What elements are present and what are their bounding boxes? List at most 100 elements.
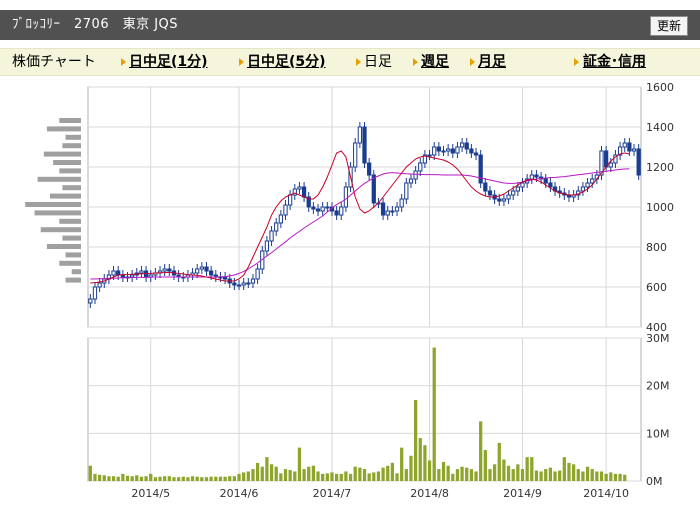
volume-bar (307, 466, 311, 481)
candle-body (497, 198, 502, 202)
volume-bar (163, 476, 167, 481)
candle-body (436, 146, 441, 152)
price-tick-label: 600 (646, 281, 667, 294)
volume-bar (172, 477, 176, 481)
candle-body (427, 154, 432, 157)
volume-bar (618, 473, 622, 481)
candle-body (459, 142, 465, 148)
volume-bar (413, 399, 418, 481)
volume-bar (585, 466, 590, 481)
volume-bar (381, 467, 385, 481)
volume-profile-bar (43, 151, 81, 157)
volume-profile-bar (59, 218, 81, 224)
volume-profile-bar (62, 185, 81, 191)
volume-bar (479, 421, 483, 481)
volume-bar (446, 465, 450, 481)
volume-bar (125, 475, 130, 481)
candle-body (418, 162, 423, 172)
volume-bar (102, 475, 106, 481)
volume-bar (530, 457, 534, 481)
candle-body (441, 150, 446, 153)
candle-body (241, 282, 246, 286)
candle-body (487, 190, 493, 196)
volume-profile-bar (46, 244, 81, 249)
volume-bar (288, 470, 292, 481)
candle-body (478, 154, 483, 184)
candle-body (320, 206, 325, 212)
volume-bar (395, 473, 399, 481)
volume-bar (562, 457, 566, 481)
candle-body (255, 268, 260, 280)
candle-body (520, 182, 525, 188)
candle-body (483, 182, 488, 192)
candle-body (311, 206, 316, 210)
candle-body (501, 198, 507, 202)
volume-bar (251, 469, 255, 481)
volume-bar (492, 464, 497, 481)
volume-bar (325, 473, 329, 481)
volume-tick-label: 0M (646, 475, 663, 488)
volume-profile-bar (62, 235, 81, 241)
candle-body (199, 266, 204, 270)
volume-bar (232, 476, 237, 481)
candle-body (455, 146, 460, 154)
volume-bar (344, 471, 348, 481)
x-tick-label: 2014/7 (313, 487, 352, 500)
candle-body (580, 186, 586, 192)
candle-body (283, 204, 288, 216)
volume-bar (237, 473, 241, 481)
price-tick-label: 1400 (646, 121, 674, 134)
volume-profile-bar (40, 227, 81, 233)
candle-body (631, 148, 637, 152)
candle-body (339, 206, 344, 216)
volume-bar (613, 473, 618, 481)
candle-body (334, 210, 339, 216)
candle-body (399, 198, 404, 208)
candle-body (590, 178, 595, 184)
price-tick-label: 800 (646, 241, 667, 254)
volume-bar (567, 462, 571, 481)
volume-bar (144, 476, 148, 481)
volume-bar (316, 471, 320, 481)
price-tick-label: 1200 (646, 161, 674, 174)
candle-body (627, 142, 632, 152)
volume-profile-bar (59, 260, 81, 266)
volume-bar (153, 477, 158, 481)
volume-profile-bar (53, 160, 81, 165)
volume-bar (469, 469, 474, 481)
candle-body (585, 182, 590, 188)
volume-bar (167, 476, 171, 481)
volume-bar (376, 471, 381, 481)
volume-bar (97, 474, 102, 481)
volume-bar (242, 472, 246, 481)
volume-bar (274, 466, 278, 481)
volume-bar (553, 471, 557, 481)
candle-body (469, 148, 474, 154)
candle-body (297, 186, 302, 190)
volume-bar (390, 462, 395, 481)
volume-bar (455, 469, 460, 481)
candle-body (222, 276, 228, 280)
volume-bar (190, 476, 195, 481)
volume-profile-bar (65, 277, 81, 283)
candle-body (394, 206, 400, 212)
volume-bar (302, 469, 306, 481)
candle-body (511, 190, 516, 196)
volume-bar (386, 465, 390, 481)
volume-bar (334, 473, 339, 481)
volume-bar (483, 450, 487, 481)
volume-profile-bar (59, 118, 81, 123)
volume-tick-label: 10M (646, 427, 670, 440)
volume-bar (502, 459, 506, 481)
volume-bar (297, 447, 302, 481)
volume-bar (516, 464, 520, 481)
candle-body (236, 284, 242, 287)
candle-body (529, 174, 534, 180)
candle-body (92, 286, 98, 300)
candle-body (380, 202, 386, 216)
candle-body (162, 268, 167, 272)
volume-bar (121, 473, 125, 481)
candle-body (390, 210, 395, 213)
volume-bar (200, 477, 204, 481)
stock-chart: 160014001200100080060040030M20M10M0M2014… (25, 81, 674, 500)
